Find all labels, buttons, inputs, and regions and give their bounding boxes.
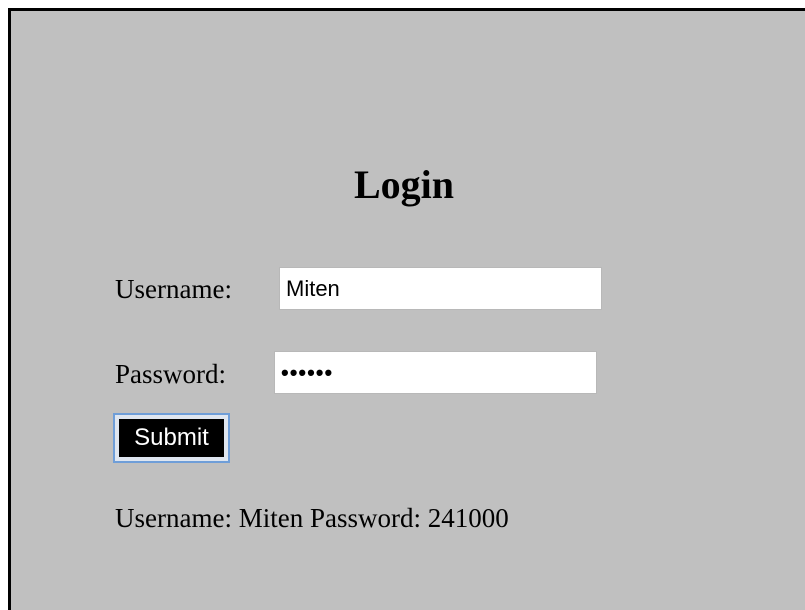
result-password-label: Password: (309, 503, 421, 533)
submit-button-focus-ring: Submit (113, 413, 230, 463)
result-username-value: Miten (238, 503, 304, 533)
submit-button[interactable]: Submit (119, 419, 224, 457)
username-label: Username: (115, 274, 232, 304)
login-title: Login (353, 162, 455, 207)
login-panel: Login Username: Password: Submit Usernam… (8, 8, 805, 610)
password-input[interactable] (274, 351, 597, 394)
result-password-value: 241000 (427, 503, 509, 533)
username-input[interactable] (279, 267, 602, 310)
password-label: Password: (115, 359, 227, 389)
result-username-label: Username: (115, 503, 232, 533)
submitted-credentials-text: Username: Miten Password: 241000 (115, 502, 509, 534)
